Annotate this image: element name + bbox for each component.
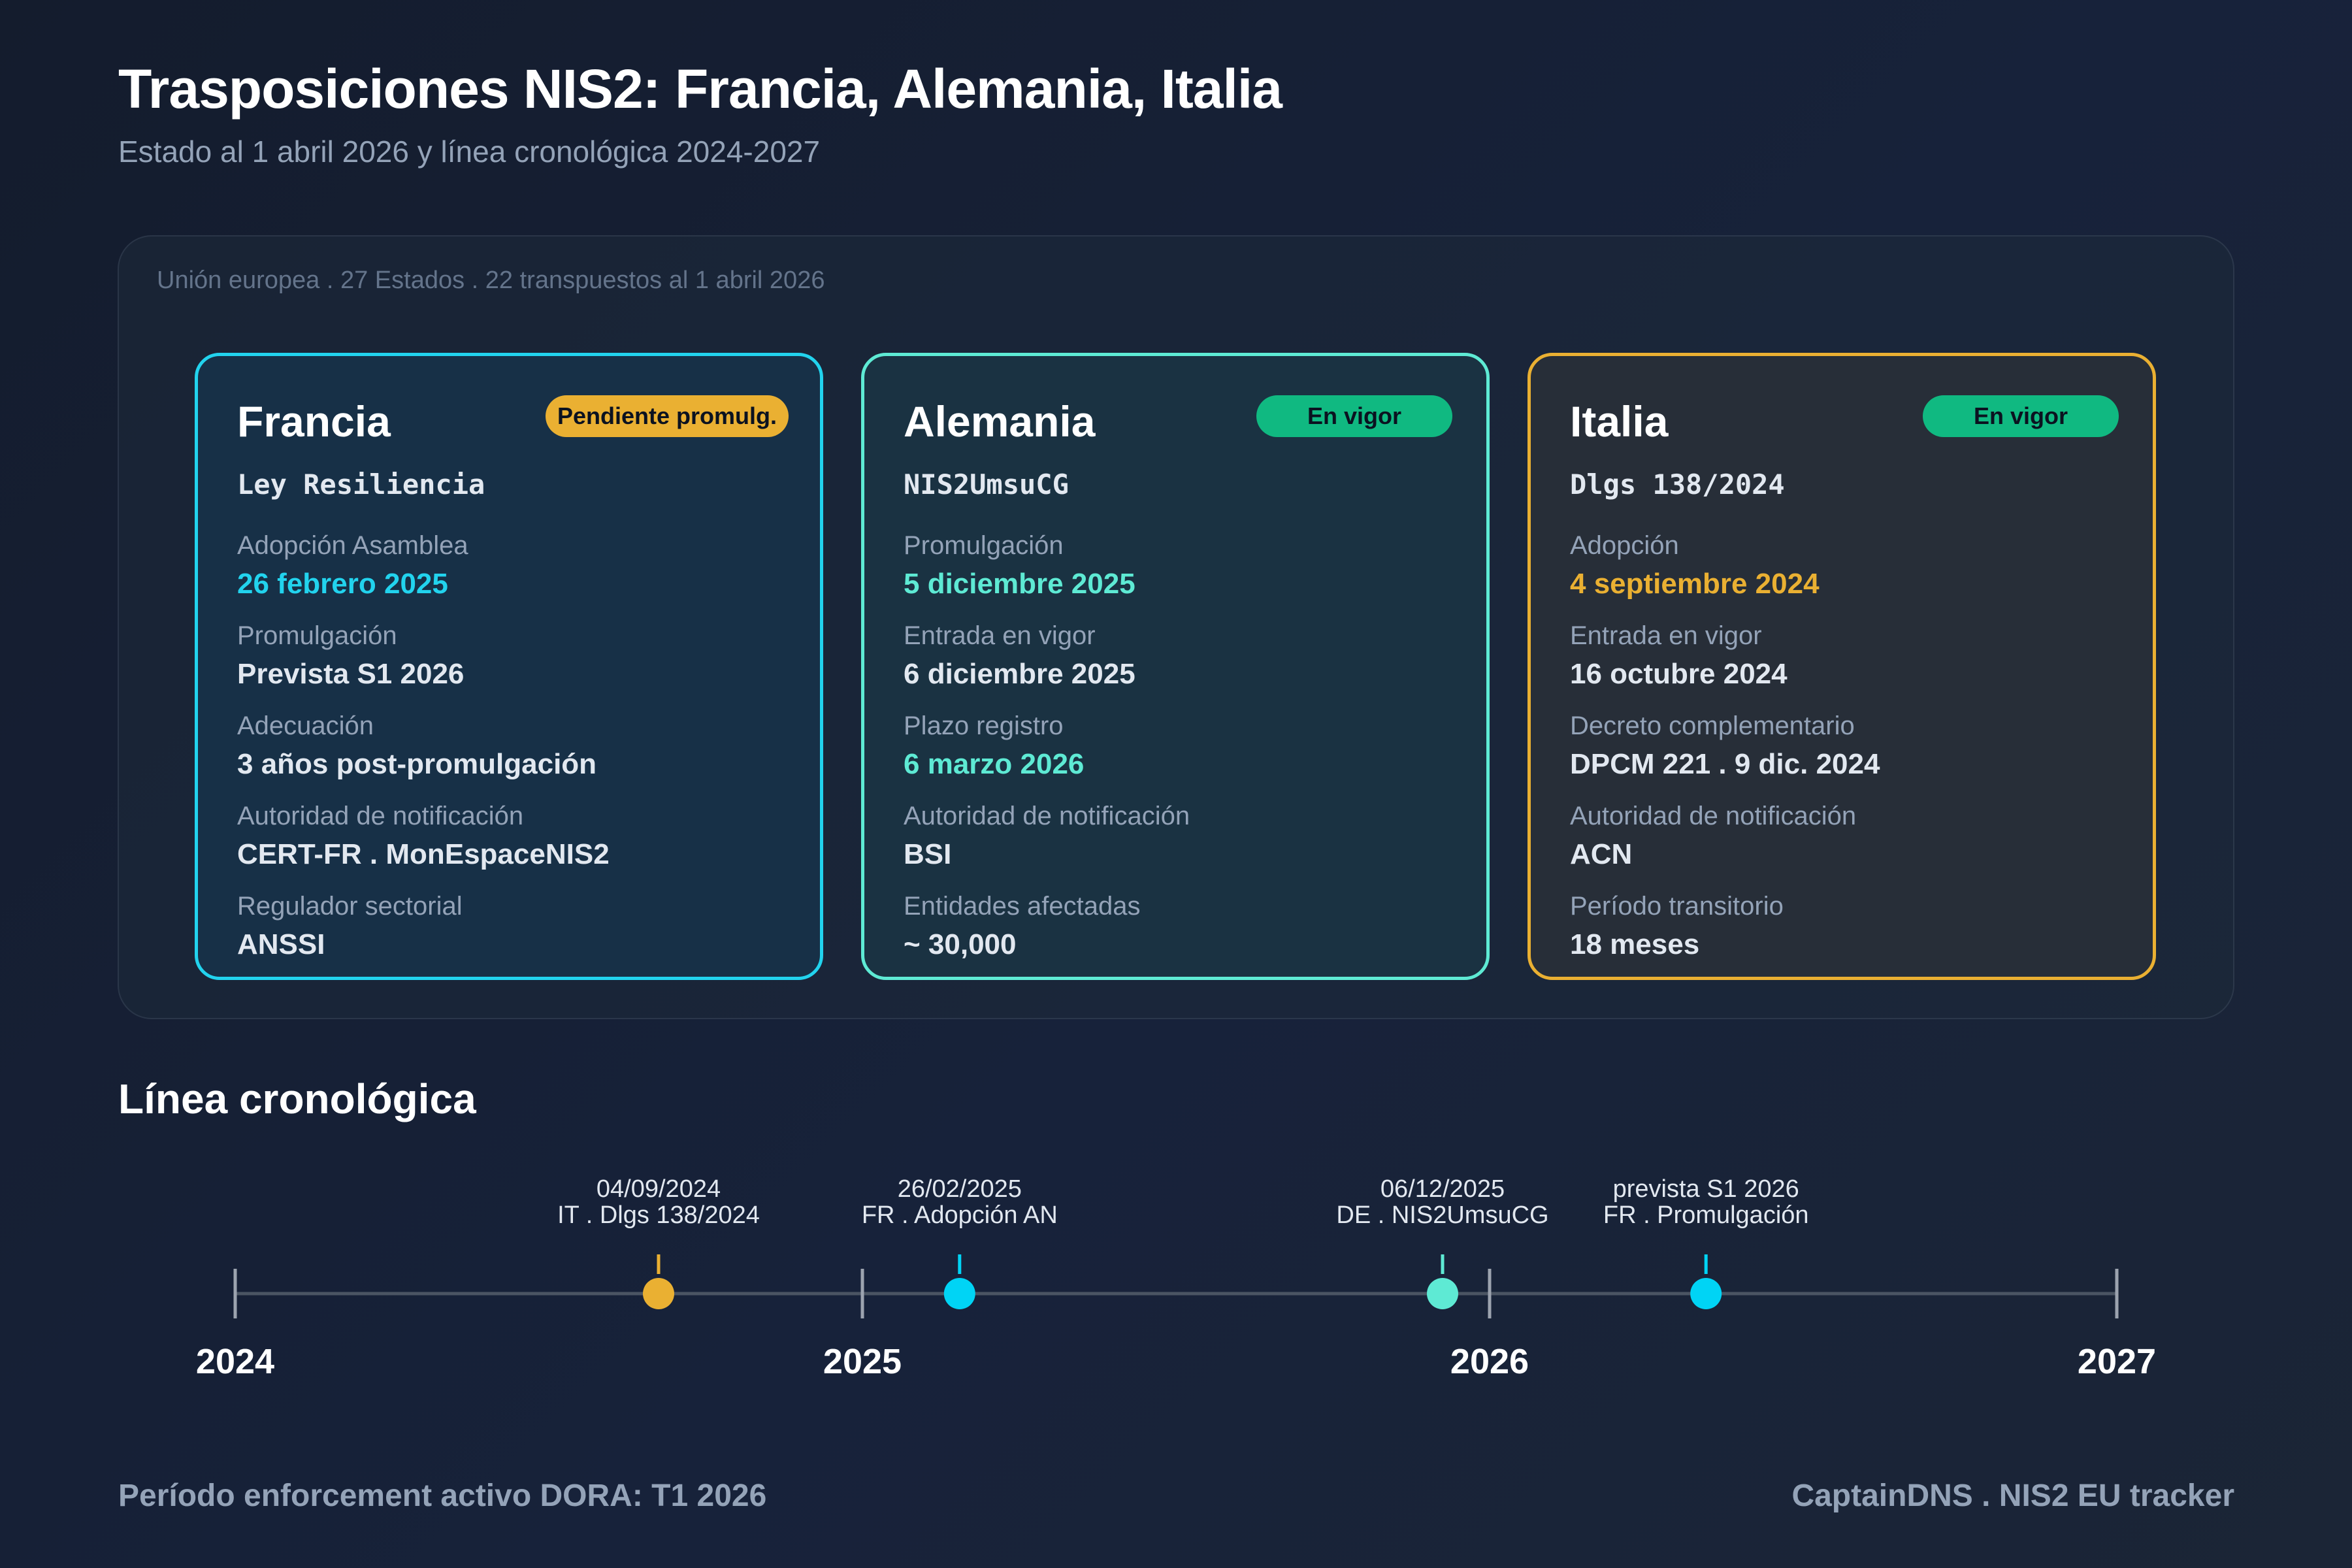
event-date: 26/02/2025: [898, 1175, 1022, 1203]
event-label: DE . NIS2UmsuCG: [1336, 1201, 1548, 1229]
year-label: 2026: [1450, 1342, 1529, 1381]
event-marker: [1427, 1278, 1458, 1309]
event-marker: [943, 1278, 975, 1309]
year-label: 2027: [2078, 1342, 2156, 1381]
event-date: 04/09/2024: [596, 1175, 721, 1203]
year-label: 2025: [823, 1342, 902, 1381]
footer-credit: CaptainDNS . NIS2 EU tracker: [1791, 1478, 2234, 1513]
timeline-chart: 2024 2025 2026 2027 04/09/2024IT . Dlgs 138/…: [196, 1175, 2156, 1381]
year-label: 2024: [196, 1342, 274, 1381]
event-marker: [643, 1278, 674, 1309]
event-label: FR . Promulgación: [1603, 1201, 1809, 1229]
event-marker: [1690, 1278, 1722, 1309]
footer-note: Período enforcement activo DORA: T1 2026: [118, 1478, 767, 1513]
event-label: IT . Dlgs 138/2024: [557, 1201, 760, 1229]
event-label: FR . Adopción AN: [862, 1201, 1058, 1229]
event-date: 06/12/2025: [1380, 1175, 1505, 1203]
event-date: prevista S1 2026: [1613, 1175, 1799, 1203]
